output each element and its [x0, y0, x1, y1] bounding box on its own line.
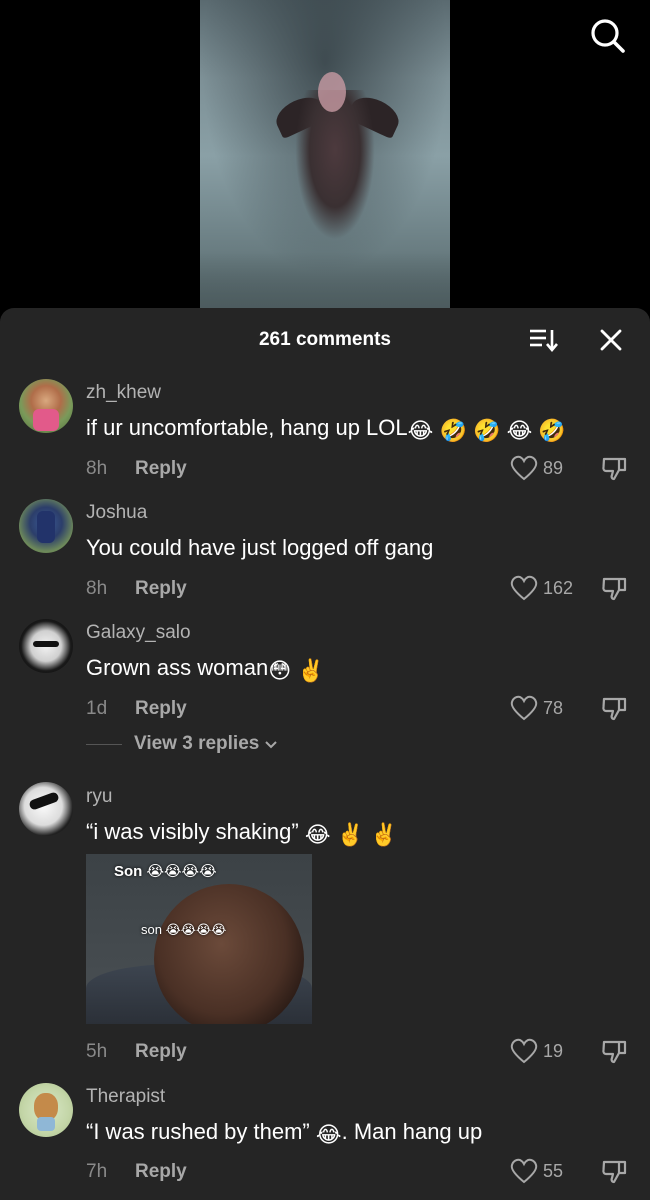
- search-icon: [591, 19, 625, 53]
- like-button[interactable]: 78: [510, 695, 563, 721]
- comment-text-after: . Man hang up: [341, 1119, 483, 1144]
- comment-text: “I was rushed by them” 😂. Man hang up: [86, 1119, 482, 1148]
- comment-username[interactable]: Joshua: [86, 502, 147, 524]
- avatar[interactable]: [19, 619, 73, 673]
- reply-button[interactable]: Reply: [135, 698, 187, 720]
- avatar[interactable]: [19, 499, 73, 553]
- image-face: [154, 884, 304, 1024]
- search-button[interactable]: [588, 16, 628, 56]
- comment-username[interactable]: Therapist: [86, 1086, 165, 1108]
- like-button[interactable]: 162: [510, 575, 573, 601]
- close-button[interactable]: [598, 327, 624, 353]
- heart-icon: [510, 1038, 538, 1064]
- dislike-button[interactable]: [600, 1158, 628, 1186]
- emoji: 🤣: [439, 418, 467, 443]
- dislike-icon: [602, 1160, 627, 1184]
- comment-text-before: “I was rushed by them”: [86, 1119, 316, 1144]
- like-count: 89: [543, 457, 564, 478]
- chevron-down-icon: [265, 741, 278, 749]
- comment-timestamp: 7h: [86, 1161, 108, 1182]
- dislike-button[interactable]: [600, 1038, 628, 1066]
- avatar-mark: [28, 791, 60, 811]
- sort-button[interactable]: [528, 327, 560, 353]
- sort-icon: [530, 329, 558, 353]
- dislike-icon: [602, 1040, 627, 1064]
- emoji: 😂: [407, 418, 434, 443]
- dislike-button[interactable]: [600, 455, 628, 483]
- avatar[interactable]: [19, 782, 73, 836]
- dislike-button[interactable]: [600, 575, 628, 603]
- like-button[interactable]: 55: [510, 1158, 563, 1184]
- heart-icon: [510, 1158, 538, 1184]
- dislike-button[interactable]: [600, 695, 628, 723]
- emoji: 😳: [268, 658, 292, 683]
- reply-button[interactable]: Reply: [135, 458, 187, 480]
- like-count: 78: [543, 697, 564, 718]
- comment-timestamp: 1d: [86, 698, 108, 719]
- replies-divider: [86, 743, 122, 745]
- comment-timestamp: 5h: [86, 1041, 108, 1062]
- comments-sheet: 261 comments zh_khew if ur uncomfortable…: [0, 308, 650, 1200]
- avatar[interactable]: [19, 1083, 73, 1137]
- close-icon: [600, 329, 622, 351]
- comment-username[interactable]: ryu: [86, 786, 112, 808]
- reply-button[interactable]: Reply: [135, 1041, 187, 1063]
- comment-text-body: “i was visibly shaking”: [86, 819, 299, 844]
- video-figure: [295, 90, 375, 240]
- comment-text-body: Grown ass woman: [86, 655, 269, 680]
- heart-icon: [510, 455, 538, 481]
- comment-image[interactable]: Son 😭😭😭😭 son 😭😭😭😭: [86, 854, 312, 1024]
- video-frame[interactable]: [200, 0, 450, 312]
- comments-header: 261 comments: [0, 308, 650, 370]
- video-hair: [318, 72, 346, 112]
- comment-username[interactable]: Galaxy_salo: [86, 622, 191, 644]
- reply-button[interactable]: Reply: [135, 578, 187, 600]
- emoji: ✌️: [336, 822, 365, 847]
- dislike-icon: [602, 457, 627, 481]
- comment-text: if ur uncomfortable, hang up LOL😂 🤣 🤣 😂 …: [86, 415, 566, 444]
- emoji: 🤣: [473, 418, 501, 443]
- image-caption-top: Son 😭😭😭😭: [114, 863, 217, 880]
- avatar-shirt: [33, 409, 59, 431]
- avatar-hero: [37, 511, 55, 543]
- emoji: 😂: [315, 1122, 342, 1147]
- emoji: ✌️: [370, 822, 398, 847]
- video-ground: [200, 252, 450, 312]
- emoji: 😂: [304, 822, 331, 847]
- avatar-dog-body: [37, 1117, 55, 1131]
- like-count: 162: [543, 577, 574, 598]
- comment-text: Grown ass woman😳 ✌️: [86, 655, 325, 684]
- comment-timestamp: 8h: [86, 458, 108, 479]
- heart-icon: [510, 695, 538, 721]
- comment-username[interactable]: zh_khew: [86, 382, 161, 404]
- reply-button[interactable]: Reply: [135, 1161, 187, 1183]
- comment-text-body: if ur uncomfortable, hang up LOL: [86, 415, 408, 440]
- emoji: ✌️: [297, 658, 325, 683]
- dislike-icon: [602, 697, 627, 721]
- avatar-eyes: [33, 641, 59, 647]
- like-count: 19: [543, 1040, 564, 1061]
- avatar[interactable]: [19, 379, 73, 433]
- dislike-icon: [602, 577, 627, 601]
- view-replies-label: View 3 replies: [134, 733, 260, 754]
- video-player[interactable]: [0, 0, 650, 320]
- image-caption-mid: son 😭😭😭😭: [141, 922, 227, 937]
- like-count: 55: [543, 1160, 564, 1181]
- like-button[interactable]: 89: [510, 455, 563, 481]
- view-replies-button[interactable]: View 3 replies: [86, 733, 279, 755]
- comment-timestamp: 8h: [86, 578, 108, 599]
- comment-text: You could have just logged off gang: [86, 535, 434, 560]
- comment-text: “i was visibly shaking” 😂 ✌️ ✌️: [86, 819, 398, 848]
- heart-icon: [510, 575, 538, 601]
- emoji: 🤣: [538, 418, 566, 443]
- emoji: 😂: [506, 418, 533, 443]
- like-button[interactable]: 19: [510, 1038, 563, 1064]
